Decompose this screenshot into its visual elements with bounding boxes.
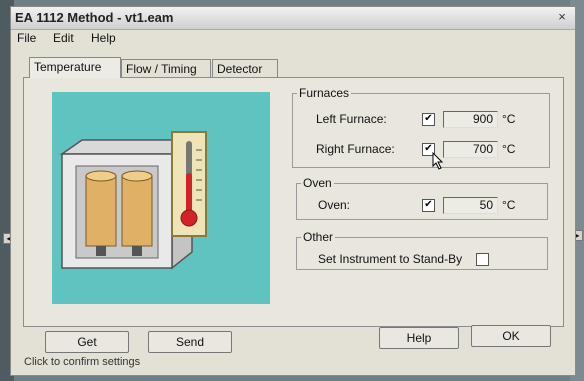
- window-title: EA 1112 Method - vt1.eam: [15, 10, 174, 25]
- get-button[interactable]: Get: [45, 331, 129, 353]
- menu-bar: File Edit Help: [11, 29, 575, 47]
- standby-checkbox[interactable]: [476, 253, 489, 266]
- right-furnace-unit: °C: [502, 142, 516, 156]
- oven-checkbox[interactable]: ✔: [422, 199, 435, 212]
- oven-legend: Oven: [303, 176, 332, 190]
- other-legend: Other: [303, 230, 334, 244]
- ok-button[interactable]: OK: [471, 325, 551, 347]
- menu-file[interactable]: File: [17, 31, 36, 45]
- left-furnace-input[interactable]: 900: [443, 111, 498, 128]
- tab-strip: Temperature Flow / Timing Detector: [27, 57, 287, 78]
- title-bar[interactable]: EA 1112 Method - vt1.eam ×: [11, 7, 575, 30]
- mouse-cursor-icon: [432, 152, 444, 170]
- menu-edit[interactable]: Edit: [53, 31, 74, 45]
- left-furnace-checkbox[interactable]: ✔: [422, 113, 435, 126]
- right-furnace-input[interactable]: 700: [443, 141, 498, 158]
- oven-unit: °C: [502, 198, 516, 212]
- help-button[interactable]: Help: [379, 327, 459, 349]
- standby-label: Set Instrument to Stand-By: [318, 252, 463, 266]
- furnace-illustration: [52, 92, 270, 304]
- right-tube-icon: [121, 175, 153, 247]
- furnace-diagram: [59, 131, 207, 270]
- send-button[interactable]: Send: [148, 331, 232, 353]
- close-icon[interactable]: ×: [553, 9, 571, 25]
- oven-input[interactable]: 50: [443, 197, 498, 214]
- furnaces-legend: Furnaces: [299, 86, 350, 100]
- left-furnace-unit: °C: [502, 112, 516, 126]
- left-furnace-label: Left Furnace:: [316, 112, 387, 126]
- status-text: Click to confirm settings: [24, 356, 141, 368]
- temperature-panel: Furnaces Left Furnace: ✔ 900 °C Right Fu…: [23, 77, 564, 327]
- oven-label: Oven:: [318, 198, 351, 212]
- left-tube-icon: [85, 175, 117, 247]
- right-furnace-label: Right Furnace:: [316, 142, 395, 156]
- tab-detector[interactable]: Detector: [212, 59, 278, 77]
- tab-flow-timing[interactable]: Flow / Timing: [121, 59, 211, 77]
- menu-help[interactable]: Help: [91, 31, 116, 45]
- method-window: EA 1112 Method - vt1.eam × File Edit Hel…: [10, 6, 576, 376]
- tab-temperature[interactable]: Temperature: [29, 57, 121, 78]
